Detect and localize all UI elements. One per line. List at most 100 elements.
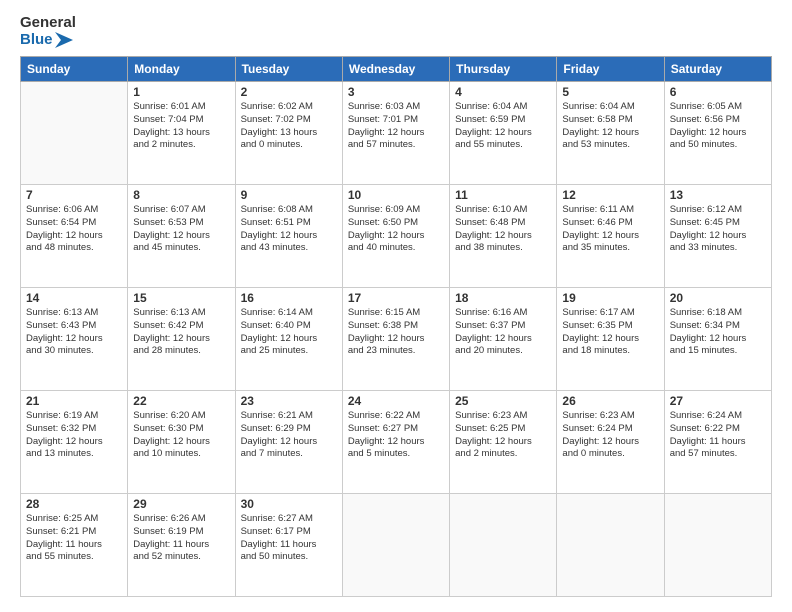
day-info: Sunrise: 6:13 AMSunset: 6:43 PMDaylight:… xyxy=(26,307,122,358)
day-number: 15 xyxy=(133,291,229,305)
calendar-day-cell xyxy=(342,494,449,597)
day-number: 11 xyxy=(455,188,551,202)
day-info: Sunrise: 6:18 AMSunset: 6:34 PMDaylight:… xyxy=(670,307,766,358)
calendar-day-cell: 10Sunrise: 6:09 AMSunset: 6:50 PMDayligh… xyxy=(342,185,449,288)
calendar-day-cell: 12Sunrise: 6:11 AMSunset: 6:46 PMDayligh… xyxy=(557,185,664,288)
day-number: 25 xyxy=(455,394,551,408)
day-number: 21 xyxy=(26,394,122,408)
logo-general: General xyxy=(20,15,76,32)
day-info: Sunrise: 6:21 AMSunset: 6:29 PMDaylight:… xyxy=(241,410,337,461)
calendar-day-cell: 16 Sunrise: 6:14 AMSunset: 6:40 PMDayligh… xyxy=(235,288,342,391)
day-info: Sunrise: 6:10 AMSunset: 6:48 PMDaylight:… xyxy=(455,204,551,255)
calendar-day-cell: 28 Sunrise: 6:25 AMSunset: 6:21 PMDayligh… xyxy=(21,494,128,597)
day-number: 19 xyxy=(562,291,658,305)
weekday-header-cell: Saturday xyxy=(664,57,771,82)
day-number: 1 xyxy=(133,85,229,99)
calendar-day-cell: 3 Sunrise: 6:03 AMSunset: 7:01 PMDaylight… xyxy=(342,82,449,185)
calendar-day-cell: 19Sunrise: 6:17 AMSunset: 6:35 PMDayligh… xyxy=(557,288,664,391)
day-number: 29 xyxy=(133,497,229,511)
day-number: 5 xyxy=(562,85,658,99)
day-info: Sunrise: 6:24 AMSunset: 6:22 PMDaylight:… xyxy=(670,410,766,461)
calendar-table: SundayMondayTuesdayWednesdayThursdayFrid… xyxy=(20,56,772,597)
day-number: 2 xyxy=(241,85,337,99)
day-info: Sunrise: 6:26 AMSunset: 6:19 PMDaylight:… xyxy=(133,513,229,564)
day-number: 14 xyxy=(26,291,122,305)
page-header: General Blue xyxy=(20,15,772,48)
calendar-day-cell: 26 Sunrise: 6:23 AMSunset: 6:24 PMDayligh… xyxy=(557,391,664,494)
day-info: Sunrise: 6:05 AMSunset: 6:56 PMDaylight:… xyxy=(670,101,766,152)
calendar-body: 1 Sunrise: 6:01 AMSunset: 7:04 PMDaylight… xyxy=(21,82,772,597)
day-info: Sunrise: 6:01 AMSunset: 7:04 PMDaylight:… xyxy=(133,101,229,152)
day-info: Sunrise: 6:06 AMSunset: 6:54 PMDaylight:… xyxy=(26,204,122,255)
calendar-day-cell: 18 Sunrise: 6:16 AMSunset: 6:37 PMDayligh… xyxy=(450,288,557,391)
day-info: Sunrise: 6:23 AMSunset: 6:24 PMDaylight:… xyxy=(562,410,658,461)
calendar-day-cell: 13Sunrise: 6:12 AMSunset: 6:45 PMDayligh… xyxy=(664,185,771,288)
day-number: 4 xyxy=(455,85,551,99)
day-info: Sunrise: 6:15 AMSunset: 6:38 PMDaylight:… xyxy=(348,307,444,358)
calendar-day-cell: 25 Sunrise: 6:23 AMSunset: 6:25 PMDayligh… xyxy=(450,391,557,494)
weekday-header-cell: Friday xyxy=(557,57,664,82)
day-info: Sunrise: 6:08 AMSunset: 6:51 PMDaylight:… xyxy=(241,204,337,255)
logo-arrow-icon xyxy=(55,32,73,48)
calendar-day-cell: 4 Sunrise: 6:04 AMSunset: 6:59 PMDaylight… xyxy=(450,82,557,185)
calendar-day-cell xyxy=(21,82,128,185)
day-number: 8 xyxy=(133,188,229,202)
day-number: 28 xyxy=(26,497,122,511)
day-number: 30 xyxy=(241,497,337,511)
calendar-day-cell: 14 Sunrise: 6:13 AMSunset: 6:43 PMDayligh… xyxy=(21,288,128,391)
calendar-day-cell: 22Sunrise: 6:20 AMSunset: 6:30 PMDayligh… xyxy=(128,391,235,494)
day-info: Sunrise: 6:07 AMSunset: 6:53 PMDaylight:… xyxy=(133,204,229,255)
day-info: Sunrise: 6:04 AMSunset: 6:58 PMDaylight:… xyxy=(562,101,658,152)
calendar-day-cell: 20 Sunrise: 6:18 AMSunset: 6:34 PMDayligh… xyxy=(664,288,771,391)
day-number: 9 xyxy=(241,188,337,202)
day-number: 18 xyxy=(455,291,551,305)
calendar-day-cell: 2Sunrise: 6:02 AMSunset: 7:02 PMDaylight… xyxy=(235,82,342,185)
calendar-day-cell: 23 Sunrise: 6:21 AMSunset: 6:29 PMDayligh… xyxy=(235,391,342,494)
calendar-day-cell: 17 Sunrise: 6:15 AMSunset: 6:38 PMDayligh… xyxy=(342,288,449,391)
day-number: 16 xyxy=(241,291,337,305)
day-info: Sunrise: 6:11 AMSunset: 6:46 PMDaylight:… xyxy=(562,204,658,255)
day-number: 3 xyxy=(348,85,444,99)
calendar-week-row: 7 Sunrise: 6:06 AMSunset: 6:54 PMDaylight… xyxy=(21,185,772,288)
day-number: 20 xyxy=(670,291,766,305)
calendar-day-cell: 6 Sunrise: 6:05 AMSunset: 6:56 PMDaylight… xyxy=(664,82,771,185)
calendar-day-cell xyxy=(450,494,557,597)
calendar-day-cell: 15 Sunrise: 6:13 AMSunset: 6:42 PMDayligh… xyxy=(128,288,235,391)
day-info: Sunrise: 6:04 AMSunset: 6:59 PMDaylight:… xyxy=(455,101,551,152)
calendar-day-cell: 30 Sunrise: 6:27 AMSunset: 6:17 PMDayligh… xyxy=(235,494,342,597)
day-number: 22 xyxy=(133,394,229,408)
calendar-day-cell: 9 Sunrise: 6:08 AMSunset: 6:51 PMDaylight… xyxy=(235,185,342,288)
logo: General Blue xyxy=(20,15,76,48)
calendar-day-cell: 27 Sunrise: 6:24 AMSunset: 6:22 PMDayligh… xyxy=(664,391,771,494)
day-info: Sunrise: 6:19 AMSunset: 6:32 PMDaylight:… xyxy=(26,410,122,461)
calendar-day-cell xyxy=(557,494,664,597)
day-number: 17 xyxy=(348,291,444,305)
calendar-week-row: 1 Sunrise: 6:01 AMSunset: 7:04 PMDaylight… xyxy=(21,82,772,185)
day-info: Sunrise: 6:14 AMSunset: 6:40 PMDaylight:… xyxy=(241,307,337,358)
day-number: 24 xyxy=(348,394,444,408)
day-number: 23 xyxy=(241,394,337,408)
day-info: Sunrise: 6:03 AMSunset: 7:01 PMDaylight:… xyxy=(348,101,444,152)
day-info: Sunrise: 6:09 AMSunset: 6:50 PMDaylight:… xyxy=(348,204,444,255)
day-number: 13 xyxy=(670,188,766,202)
day-number: 6 xyxy=(670,85,766,99)
weekday-header-cell: Sunday xyxy=(21,57,128,82)
day-info: Sunrise: 6:25 AMSunset: 6:21 PMDaylight:… xyxy=(26,513,122,564)
calendar-day-cell: 5 Sunrise: 6:04 AMSunset: 6:58 PMDaylight… xyxy=(557,82,664,185)
day-info: Sunrise: 6:23 AMSunset: 6:25 PMDaylight:… xyxy=(455,410,551,461)
day-info: Sunrise: 6:13 AMSunset: 6:42 PMDaylight:… xyxy=(133,307,229,358)
calendar-day-cell: 1 Sunrise: 6:01 AMSunset: 7:04 PMDaylight… xyxy=(128,82,235,185)
weekday-header-row: SundayMondayTuesdayWednesdayThursdayFrid… xyxy=(21,57,772,82)
weekday-header-cell: Tuesday xyxy=(235,57,342,82)
weekday-header-cell: Wednesday xyxy=(342,57,449,82)
day-number: 7 xyxy=(26,188,122,202)
day-number: 26 xyxy=(562,394,658,408)
calendar-day-cell xyxy=(664,494,771,597)
day-info: Sunrise: 6:16 AMSunset: 6:37 PMDaylight:… xyxy=(455,307,551,358)
calendar-week-row: 28 Sunrise: 6:25 AMSunset: 6:21 PMDayligh… xyxy=(21,494,772,597)
day-info: Sunrise: 6:27 AMSunset: 6:17 PMDaylight:… xyxy=(241,513,337,564)
weekday-header-cell: Thursday xyxy=(450,57,557,82)
day-info: Sunrise: 6:22 AMSunset: 6:27 PMDaylight:… xyxy=(348,410,444,461)
logo-blue: Blue xyxy=(20,32,53,49)
day-number: 27 xyxy=(670,394,766,408)
